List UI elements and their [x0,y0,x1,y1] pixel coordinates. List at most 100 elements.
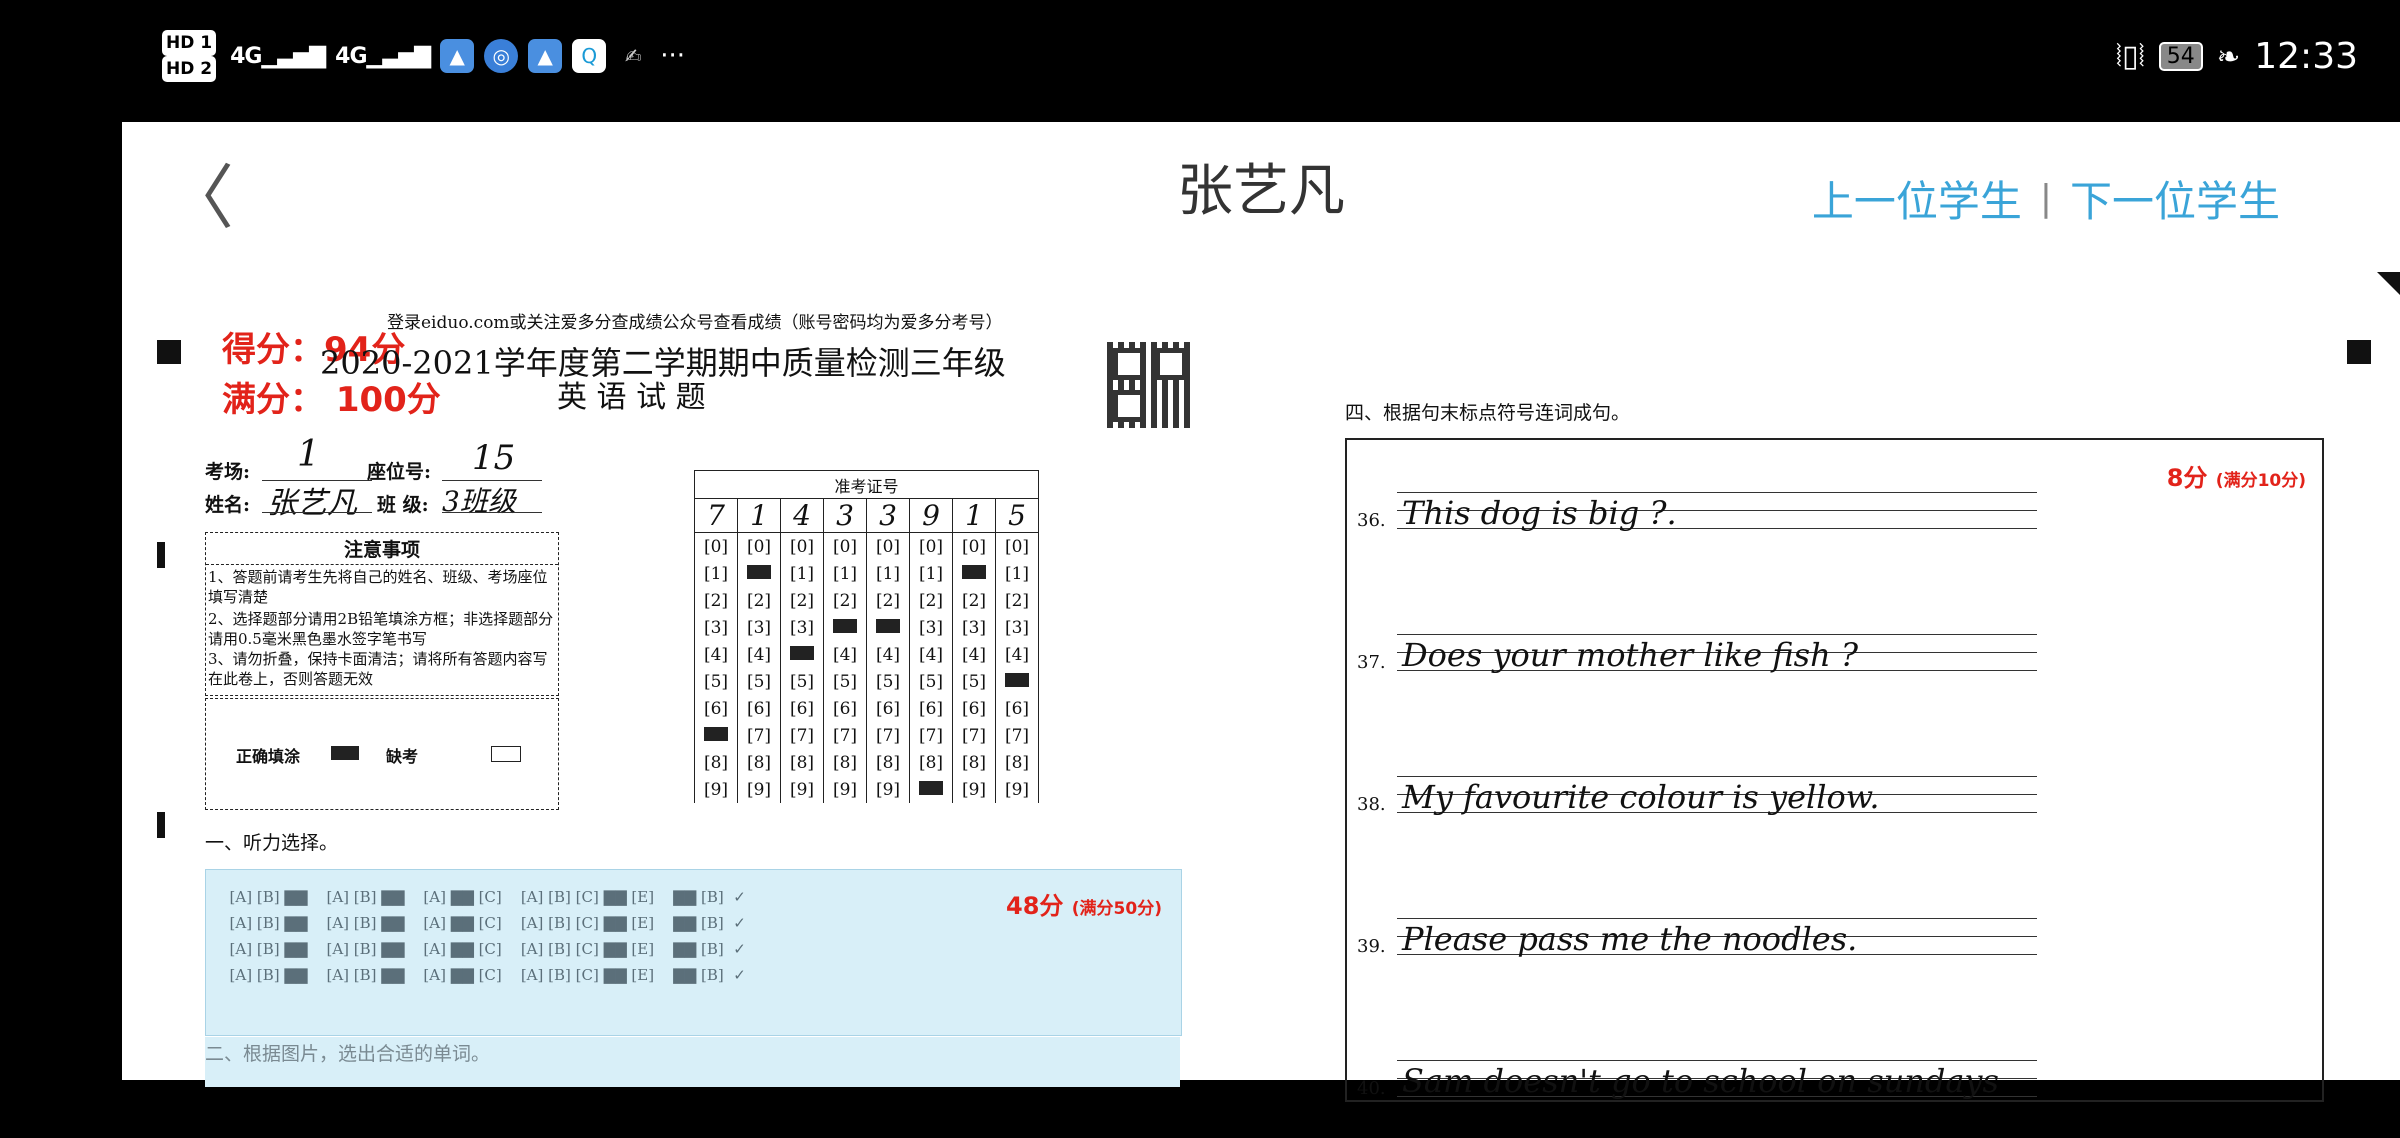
admission-bubble: [4] [995,641,1039,668]
admission-bubble: [4] [823,641,867,668]
admission-title: 准考证号 [694,470,1039,499]
admission-bubble: [0] [866,532,910,560]
admission-digit: 4 [780,498,824,533]
admission-bubble: [8] [780,749,824,776]
notice-3: 3、请勿折叠，保持卡面清洁；请将所有答题内容写在此卷上，否则答题无效 [208,650,548,688]
exam-subtitle: 英 语 试 题 [557,380,706,415]
admission-bubble: [3] [995,614,1039,641]
search-app-icon: Q [572,39,607,73]
battery-icon: 54 [2158,42,2203,71]
notice-1: 1、答题前请考生先将自己的姓名、班级、考场座位填写清楚 [208,568,548,606]
nav-separator: | [2039,178,2052,219]
answer-number: 36. [1357,510,1386,531]
admission-bubble: [6] [995,695,1039,722]
student-nav: 上一位学生 | 下一位学生 [1812,168,2280,229]
admission-bubble [823,614,867,641]
admission-digit: 9 [909,498,953,533]
answer-sheet-image[interactable]: 登录eiduo.com或关注爱多分查成绩公众号查看成绩（账号密码均为爱多分考号）… [122,242,2400,1102]
mc-answer-grid: [A] [B] ▇▇ [A] [B] ▇▇ [A] ▇▇ [C] [A] [B]… [220,884,746,988]
prev-student-link[interactable]: 上一位学生 [1812,168,2022,229]
admission-bubble: [6] [737,695,781,722]
answer-number: 40. [1357,1078,1386,1099]
admission-bubble: [7] [866,722,910,749]
admission-bubble: [9] [866,776,910,803]
admission-bubble: [7] [780,722,824,749]
corner-mark [2377,272,2400,296]
admission-bubble: [5] [952,668,996,695]
kaochang-value: 1 [297,434,320,475]
admission-bubble: [0] [780,532,824,560]
answer-number: 38. [1357,794,1386,815]
admission-digit: 1 [737,498,781,533]
leaf-icon: ❧ [2216,40,2241,73]
admission-bubble: [4] [694,641,738,668]
admission-bubble: [1] [995,560,1039,587]
answer-number: 39. [1357,936,1386,957]
admission-digit: 1 [952,498,996,533]
section1-answer-area[interactable]: [A] [B] ▇▇ [A] [B] ▇▇ [A] ▇▇ [C] [A] [B]… [205,869,1182,1036]
kaochang-label: 考场: [205,461,251,483]
admission-bubble: [3] [780,614,824,641]
next-student-link[interactable]: 下一位学生 [2070,168,2280,229]
signal-2-icon: 4G▁▃▅▇ [335,43,431,69]
handwritten-answer: This dog is big ?. [1402,494,1677,532]
admission-bubble: [8] [737,749,781,776]
admission-bubble: [1] [694,560,738,587]
empty-box-example [491,746,521,762]
alignment-mark [157,340,181,364]
admission-bubble: [2] [866,587,910,614]
admission-bubble: [4] [866,641,910,668]
admission-bubble: [3] [952,614,996,641]
clock: 12:33 [2254,36,2358,77]
admission-bubble: [7] [952,722,996,749]
section4-answer-box[interactable]: 8分 (满分10分) 36. This dog is big ?. 37. Does … [1345,438,2324,1102]
admission-bubble: [7] [823,722,867,749]
class-value: 3班级 [442,485,516,518]
missing-label: 缺考 [386,747,419,766]
answer-row: 40. Sam doesn't go to school on sundays [1347,1048,2047,1138]
admission-bubble: [7] [737,722,781,749]
admission-bubble: [6] [866,695,910,722]
admission-bubble: [1] [909,560,953,587]
alignment-mark [157,812,165,838]
gallery-2-icon: ▲ [528,39,563,73]
answer-row: 37. Does your mother like fish ? [1347,622,2047,712]
app-header: 〈 张艺凡 上一位学生 | 下一位学生 [122,122,2400,242]
admission-bubble: [4] [952,641,996,668]
signature-app-icon: ✍ [624,44,642,68]
status-left: HD 1 HD 2 4G▁▃▅▇ 4G▁▃▅▇ ▲ ◎ ▲ Q ✍ ··· [162,30,685,82]
notice-title: 注意事项 [206,533,558,565]
gallery-icon: ▲ [440,39,475,73]
admission-bubble: [8] [823,749,867,776]
admission-bubble: [1] [780,560,824,587]
hd1-label: HD 1 [162,30,217,56]
admission-bubble: [6] [952,695,996,722]
alignment-mark [2347,340,2371,364]
admission-bubble: [2] [952,587,996,614]
signal-1-icon: 4G▁▃▅▇ [230,43,326,69]
admission-bubble: [8] [995,749,1039,776]
admission-bubble: [7] [909,722,953,749]
admission-bubble: [9] [694,776,738,803]
admission-bubble: [0] [995,532,1039,560]
admission-digit: 5 [995,498,1039,533]
admission-bubble: [2] [823,587,867,614]
answer-number: 37. [1357,652,1386,673]
admission-bubble: [2] [694,587,738,614]
mc-row: [A] [B] ▇▇ [A] [B] ▇▇ [A] ▇▇ [C] [A] [B]… [220,966,746,984]
admission-bubble: [7] [995,722,1039,749]
mc-row: [A] [B] ▇▇ [A] [B] ▇▇ [A] ▇▇ [C] [A] [B]… [220,940,746,958]
admission-bubble [780,641,824,668]
status-bar: HD 1 HD 2 4G▁▃▅▇ 4G▁▃▅▇ ▲ ◎ ▲ Q ✍ ··· ⦚▯… [0,0,2400,122]
admission-bubble: [5] [823,668,867,695]
filled-box-example [331,746,359,760]
fill-example-box: 正确填涂 缺考 [205,698,559,810]
admission-bubble: [0] [909,532,953,560]
admission-bubble: [5] [694,668,738,695]
admission-bubble: [6] [780,695,824,722]
admission-bubble: [0] [737,532,781,560]
admission-bubble: [9] [823,776,867,803]
mc-row: [A] [B] ▇▇ [A] [B] ▇▇ [A] ▇▇ [C] [A] [B]… [220,914,746,932]
admission-bubble [737,560,781,587]
admission-digit: 3 [866,498,910,533]
